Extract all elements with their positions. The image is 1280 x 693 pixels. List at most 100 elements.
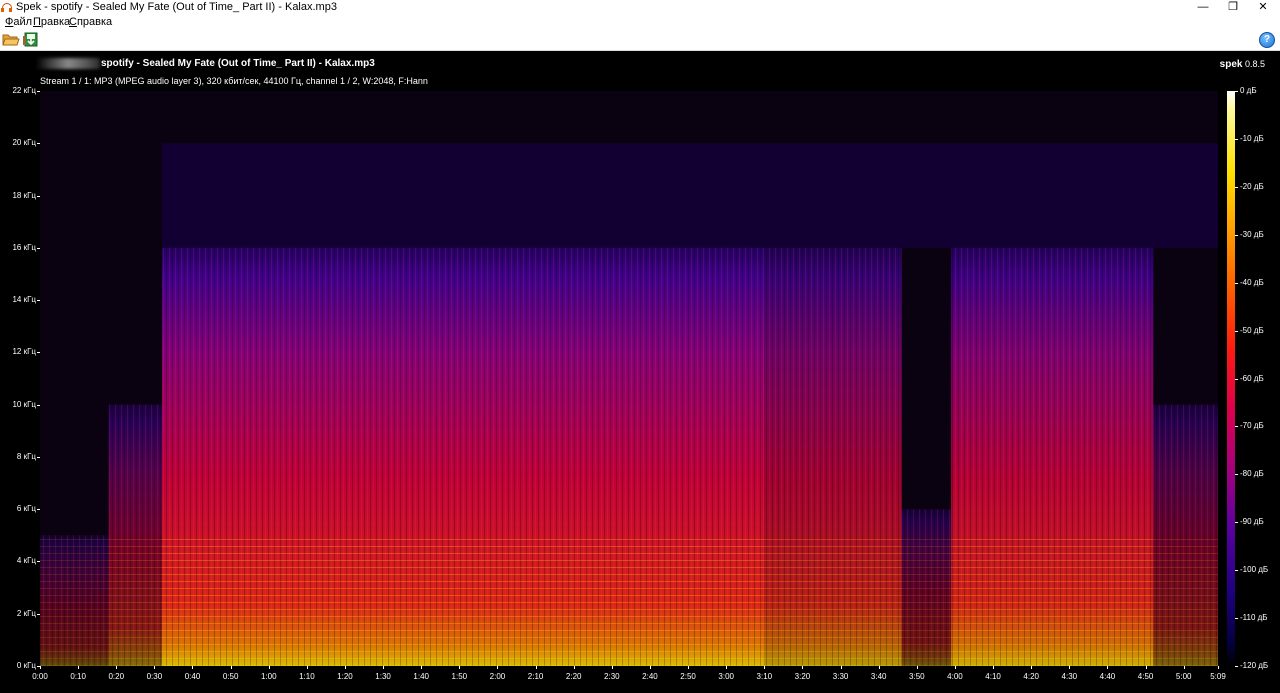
time-tick [726,666,728,669]
spectrogram-harmonics [764,535,902,666]
blurred-file-path [36,58,100,69]
db-tick [1235,474,1238,476]
spectrogram-harmonics [901,535,952,666]
spectrogram-harmonics [40,535,109,666]
time-tick [878,666,880,669]
menu-file[interactable]: Файл [5,15,32,29]
time-tick [383,666,385,669]
open-file-button[interactable] [2,31,20,48]
folder-open-icon [2,34,20,46]
time-tick-label: 1:50 [451,672,468,681]
db-tick-label: -90 дБ [1240,517,1264,527]
time-tick-label: 3:20 [794,672,811,681]
time-tick [802,666,804,669]
menu-bar: Файл Правка Справка [0,15,1280,29]
freq-tick-label: 18 кГц [12,190,36,200]
time-tick [459,666,461,669]
stream-info: Stream 1 / 1: MP3 (MPEG audio layer 3), … [40,76,428,86]
freq-tick [37,195,40,197]
time-tick-label: 3:40 [870,672,887,681]
time-tick [116,666,118,669]
time-tick-label: 4:20 [1023,672,1039,681]
db-tick-label: -50 дБ [1240,325,1264,335]
time-tick-label: 1:10 [299,672,315,681]
time-tick-label: 1:20 [337,672,353,681]
time-tick-label: 1:40 [413,672,430,681]
time-tick [1145,666,1147,669]
time-tick [954,666,956,669]
time-tick-label: 3:50 [909,672,925,681]
time-tick [916,666,918,669]
time-tick [688,666,690,669]
time-tick [230,666,232,669]
menu-edit-label: равка [40,16,71,28]
db-tick [1235,234,1238,236]
time-tick-label: 2:40 [642,672,658,681]
minimize-button[interactable]: — [1186,0,1220,15]
time-tick-label: 4:30 [1061,672,1078,681]
freq-tick [37,613,40,615]
time-tick [764,666,766,669]
time-tick-label: 4:50 [1137,672,1154,681]
freq-tick [37,91,40,92]
time-tick-label: 2:30 [604,672,620,681]
time-tick-label: 0:50 [222,672,239,681]
freq-tick-label: 12 кГц [12,347,36,357]
time-tick-label: 2:20 [565,672,582,681]
time-tick [1069,666,1071,669]
spectrogram-view: spotify - Sealed My Fate (Out of Time_ P… [0,51,1280,693]
db-tick [1235,378,1238,380]
time-tick [192,666,194,669]
spectrogram-harmonics [108,535,162,666]
menu-edit-mnemonic: П [33,16,41,28]
db-tick-label: -20 дБ [1240,181,1264,191]
close-button[interactable]: ✕ [1246,0,1280,15]
save-image-icon [23,32,38,47]
db-tick-label: 0 дБ [1240,86,1257,95]
spek-app-icon [1,3,12,12]
spectrogram-harmonics [1153,535,1218,666]
freq-tick-label: 0 кГц [16,661,36,670]
time-tick [1031,666,1033,669]
time-tick [78,666,80,669]
freq-tick [37,404,40,406]
freq-tick [37,352,40,354]
time-tick [1107,666,1109,669]
time-tick [421,666,423,669]
spectrogram-upper-band [161,143,1218,248]
spek-version-number: 0.8.5 [1244,59,1265,69]
freq-tick-label: 10 кГц [12,399,36,409]
freq-tick-label: 20 кГц [12,138,36,148]
time-tick [573,666,575,669]
time-tick [306,666,308,669]
time-tick [40,666,41,669]
menu-help[interactable]: Справка [69,15,112,29]
freq-tick-label: 4 кГц [16,556,36,566]
freq-tick [37,509,40,511]
save-button[interactable] [22,31,40,48]
spectrogram-harmonics [161,535,765,666]
time-tick-label: 4:10 [985,672,1001,681]
title-bar: Spek - spotify - Sealed My Fate (Out of … [0,0,1280,15]
menu-edit[interactable]: Правка [33,15,70,29]
time-tick-label: 4:00 [947,672,963,681]
time-tick-label: 2:10 [527,672,544,681]
window-title: Spek - spotify - Sealed My Fate (Out of … [16,1,337,13]
maximize-button[interactable]: ❐ [1216,0,1250,15]
time-tick [611,666,613,669]
db-tick [1235,522,1238,524]
db-tick-label: -70 дБ [1240,421,1264,431]
help-button[interactable]: ? [1259,32,1275,48]
time-tick [344,666,346,669]
spek-brand-name: spek [1219,59,1243,70]
toolbar: ? [0,29,1280,51]
freq-tick [37,143,40,145]
db-tick [1235,282,1238,284]
time-tick [154,666,156,669]
freq-tick-label: 8 кГц [16,451,36,461]
time-tick [497,666,499,669]
db-tick [1235,426,1238,428]
db-tick [1235,186,1238,188]
db-tick-label: -10 дБ [1240,133,1264,143]
spectrogram-harmonics [951,535,1154,666]
